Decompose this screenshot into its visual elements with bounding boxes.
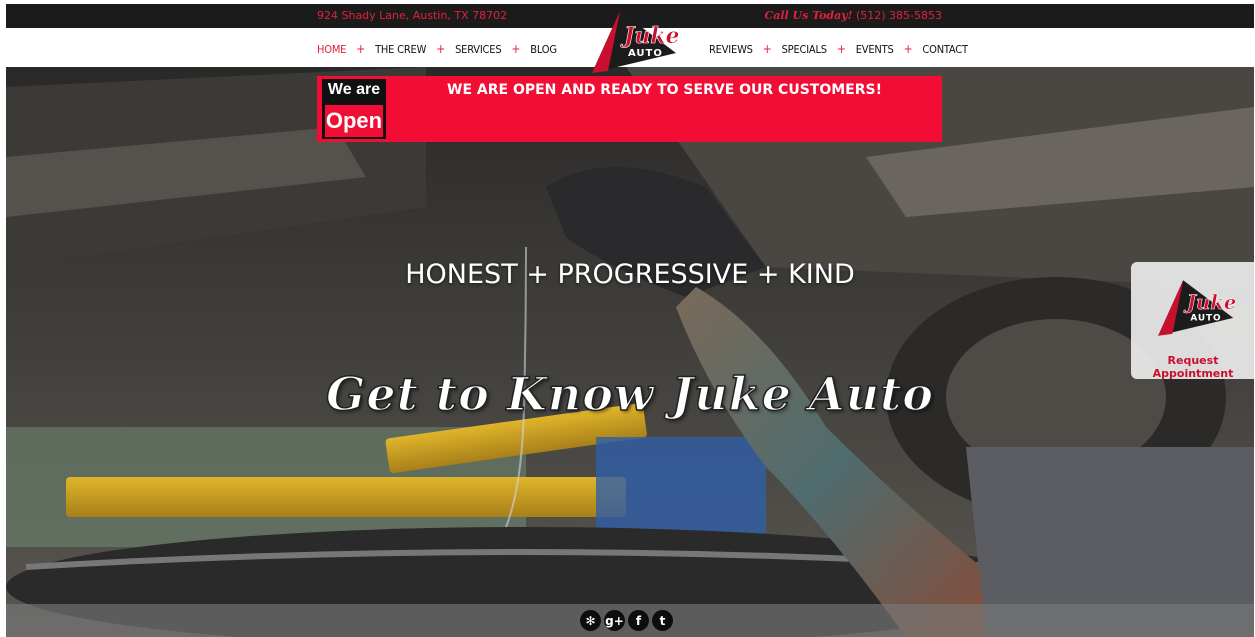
logo-juke-text: Juke (620, 23, 678, 49)
nav-blog[interactable]: BLOG (530, 43, 557, 56)
yelp-icon[interactable]: ✻ (580, 610, 601, 631)
hero-background-image (6, 67, 1254, 637)
call-label: Call Us Today! (764, 9, 853, 22)
badge-open: Open (325, 105, 383, 137)
hero-script-heading: Get to Know Juke Auto (325, 366, 934, 422)
request-appointment-label: Request Appointment (1152, 354, 1234, 380)
address-text: 924 Shady Lane, Austin, TX 78702 (317, 9, 508, 22)
hero-section: We are Open WE ARE OPEN AND READY TO SER… (6, 67, 1254, 637)
widget-logo-juke: Juke (1183, 291, 1235, 314)
nav-right: REVIEWS + SPECIALS + EVENTS + CONTACT (709, 42, 968, 56)
nav-specials[interactable]: SPECIALS (782, 43, 827, 56)
widget-logo-icon: Juke AUTO (1158, 280, 1235, 336)
logo-auto-text: AUTO (628, 48, 663, 59)
nav-left: HOME + THE CREW + SERVICES + BLOG (317, 42, 557, 56)
nav-home[interactable]: HOME (317, 43, 346, 56)
nav-separator: + (511, 42, 521, 56)
page-frame: 924 Shady Lane, Austin, TX 78702 Call Us… (6, 4, 1254, 637)
twitter-icon[interactable]: t (652, 610, 673, 631)
social-strip: ✻ g+ f t (6, 604, 1254, 637)
call-us[interactable]: Call Us Today! (512) 385-5853 (764, 9, 942, 22)
open-announcement-banner: We are Open WE ARE OPEN AND READY TO SER… (317, 76, 942, 142)
nav-events[interactable]: EVENTS (856, 43, 894, 56)
request-appointment-widget[interactable]: Juke AUTO Request Appointment (1131, 262, 1254, 380)
hero-tagline: HONEST + PROGRESSIVE + KIND (405, 259, 855, 290)
google-plus-icon[interactable]: g+ (604, 610, 625, 631)
nav-services[interactable]: SERVICES (455, 43, 502, 56)
nav-the-crew[interactable]: THE CREW (375, 43, 426, 56)
nav-separator: + (903, 42, 913, 56)
nav-contact[interactable]: CONTACT (922, 43, 968, 56)
phone-number[interactable]: (512) 385-5853 (856, 9, 942, 22)
nav-separator: + (436, 42, 446, 56)
widget-logo-auto: AUTO (1190, 314, 1221, 324)
juke-auto-logo[interactable]: Juke AUTO (584, 9, 678, 75)
banner-message: WE ARE OPEN AND READY TO SERVE OUR CUSTO… (447, 82, 882, 98)
nav-reviews[interactable]: REVIEWS (709, 43, 753, 56)
nav-separator: + (836, 42, 846, 56)
nav-separator: + (762, 42, 772, 56)
facebook-icon[interactable]: f (628, 610, 649, 631)
social-links: ✻ g+ f t (580, 610, 673, 631)
nav-separator: + (356, 42, 366, 56)
